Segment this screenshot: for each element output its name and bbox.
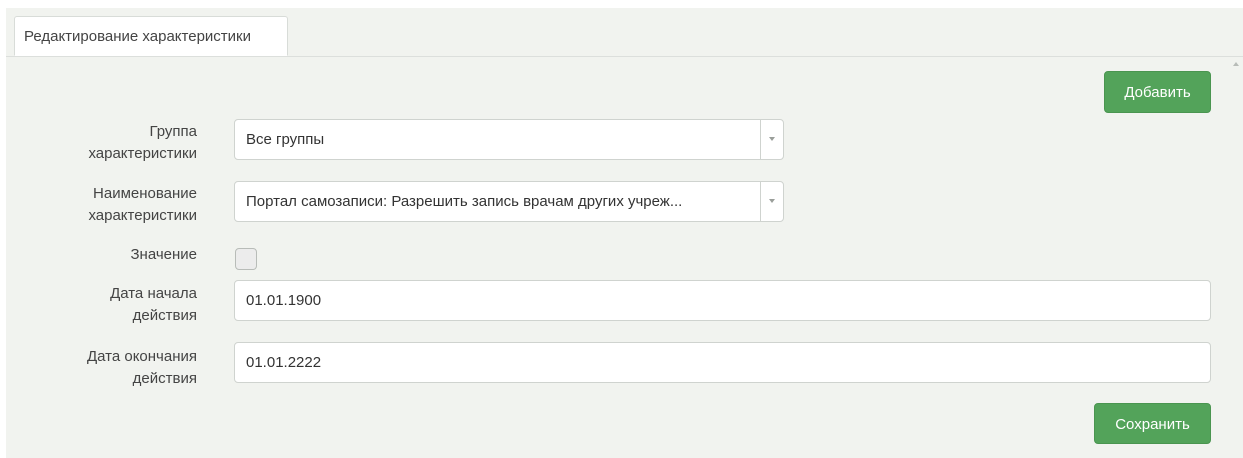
name-select-value: Портал самозаписи: Разрешить запись врач… — [246, 193, 683, 210]
start-date-label: Дата начала действия — [110, 283, 197, 327]
tab-edit-characteristic[interactable]: Редактирование характеристики — [14, 16, 288, 56]
start-date-input[interactable]: 01.01.1900 — [234, 280, 1211, 321]
end-date-input[interactable]: 01.01.2222 — [234, 342, 1211, 383]
group-label-line2: характеристики — [88, 145, 197, 162]
group-label-line1: Группа — [149, 123, 197, 140]
edit-panel — [6, 8, 1243, 458]
name-label-line1: Наименование — [93, 185, 197, 202]
group-label: Группа характеристики — [88, 121, 197, 165]
tab-bar: Редактирование характеристики — [6, 8, 1243, 57]
name-select-toggle[interactable] — [760, 182, 783, 221]
end-date-label: Дата окончания действия — [87, 346, 197, 390]
start-date-label-line1: Дата начала — [110, 285, 197, 302]
add-button[interactable]: Добавить — [1104, 71, 1211, 113]
group-select[interactable]: Все группы — [234, 119, 784, 160]
value-checkbox[interactable] — [235, 248, 257, 270]
group-select-toggle[interactable] — [760, 120, 783, 159]
scroll-up-arrow-icon[interactable] — [1233, 62, 1239, 66]
chevron-down-icon — [769, 137, 775, 141]
name-label: Наименование характеристики — [88, 183, 197, 227]
name-label-line2: характеристики — [88, 207, 197, 224]
save-button[interactable]: Сохранить — [1094, 403, 1211, 444]
chevron-down-icon — [769, 199, 775, 203]
group-select-value: Все группы — [246, 131, 325, 148]
end-date-label-line2: действия — [132, 370, 197, 387]
name-select[interactable]: Портал самозаписи: Разрешить запись врач… — [234, 181, 784, 222]
start-date-label-line2: действия — [132, 307, 197, 324]
value-label: Значение — [130, 246, 197, 263]
end-date-label-line1: Дата окончания — [86, 348, 197, 365]
